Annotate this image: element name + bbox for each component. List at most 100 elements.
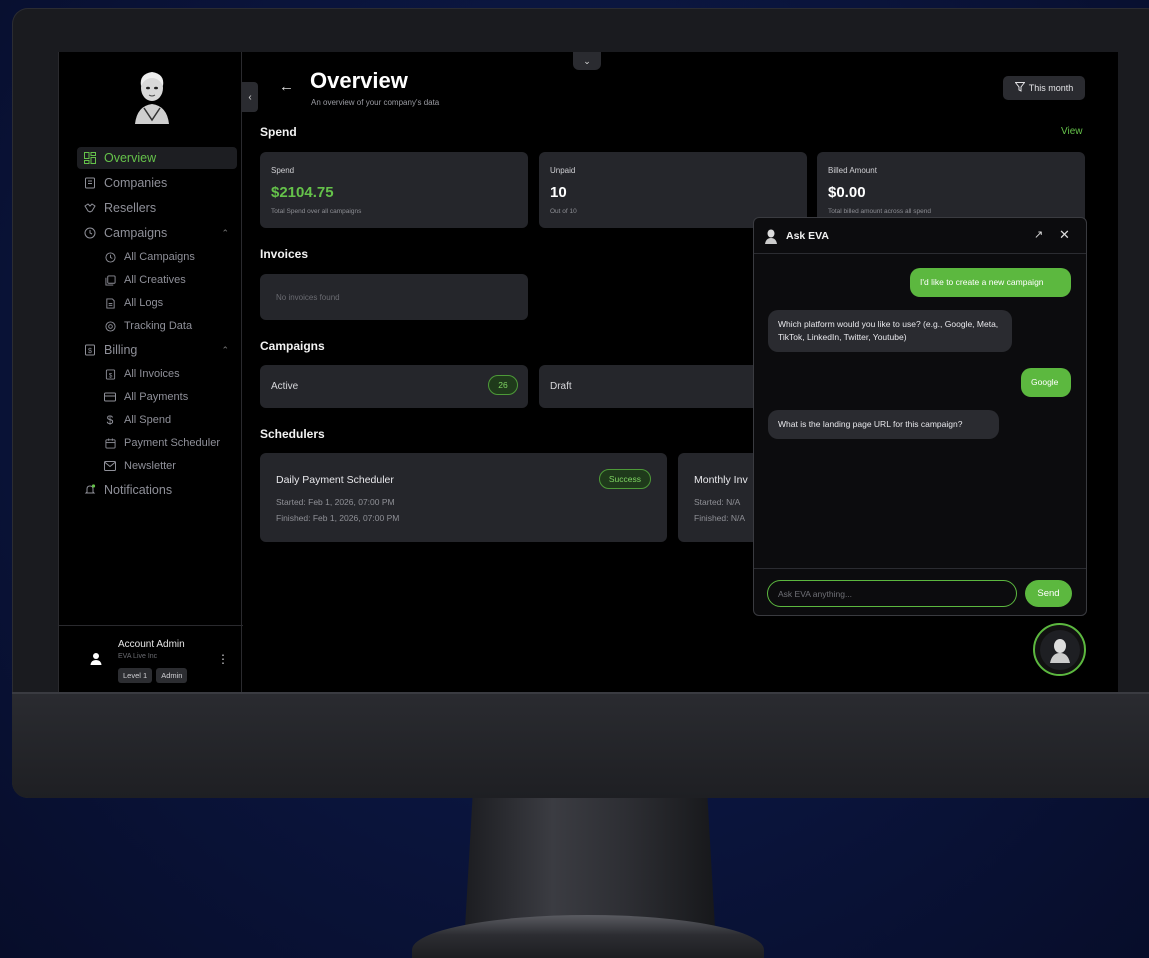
document-icon: [103, 296, 117, 310]
chevron-up-icon[interactable]: ⌃: [221, 228, 229, 239]
collapse-sidebar-button[interactable]: ‹: [242, 82, 258, 112]
sidebar-item-label: Companies: [104, 176, 168, 190]
scheduler-started: Started: Feb 1, 2026, 07:00 PM: [276, 497, 395, 507]
sidebar-item-label: All Invoices: [124, 368, 180, 380]
bell-icon: [83, 483, 97, 497]
account-panel: Account Admin EVA Live Inc Level 1 Admin…: [59, 625, 243, 692]
sidebar-item-all-spend[interactable]: $ All Spend: [77, 410, 237, 430]
sidebar-item-notifications[interactable]: Notifications: [77, 479, 237, 501]
sidebar-item-resellers[interactable]: Resellers: [77, 197, 237, 219]
sidebar-item-overview[interactable]: Overview: [77, 147, 237, 169]
sidebar-item-label: Payment Scheduler: [124, 437, 220, 449]
close-icon[interactable]: ✕: [1059, 227, 1070, 243]
active-campaigns-card[interactable]: Active 26: [260, 365, 528, 408]
images-icon: [103, 273, 117, 287]
back-arrow-icon[interactable]: ←: [279, 78, 294, 95]
chat-input[interactable]: [767, 580, 1017, 607]
ask-eva-fab-button[interactable]: [1033, 623, 1086, 676]
more-vertical-icon[interactable]: ⋮: [217, 652, 229, 666]
chat-footer: Send: [754, 568, 1086, 615]
send-button[interactable]: Send: [1025, 580, 1072, 607]
account-badges: Level 1 Admin: [118, 668, 188, 683]
scheduler-finished: Finished: Feb 1, 2026, 07:00 PM: [276, 513, 400, 523]
invoices-section-title: Invoices: [260, 247, 309, 261]
sidebar-item-label: Campaigns: [104, 226, 168, 240]
stat-label: Spend: [271, 166, 295, 175]
sidebar-item-payment-scheduler[interactable]: Payment Scheduler: [77, 433, 237, 453]
screen: Overview Companies Resellers Campaigns ⌃…: [58, 52, 1118, 692]
date-filter-button[interactable]: This month: [1003, 76, 1085, 100]
level-badge: Level 1: [118, 668, 153, 683]
stat-value: $0.00: [828, 184, 866, 201]
stat-label: Unpaid: [550, 166, 576, 175]
scheduler-started: Started: N/A: [694, 497, 741, 507]
empty-state-text: No invoices found: [276, 293, 340, 302]
sidebar-item-newsletter[interactable]: Newsletter: [77, 456, 237, 476]
ask-eva-chat-panel: Ask EVA ↗ ✕ I'd like to create a new cam…: [753, 217, 1087, 616]
role-badge: Admin: [156, 668, 188, 683]
date-filter-label: This month: [1028, 83, 1074, 93]
scheduler-finished: Finished: N/A: [694, 513, 746, 523]
sidebar-item-all-payments[interactable]: All Payments: [77, 387, 237, 407]
account-org: EVA Live Inc: [118, 653, 158, 660]
user-icon: [89, 652, 103, 666]
sidebar-item-label: Tracking Data: [124, 320, 193, 332]
eva-avatar-icon: [764, 228, 778, 244]
receipt-icon: $: [83, 343, 97, 357]
chat-title: Ask EVA: [786, 230, 829, 242]
campaigns-section-title: Campaigns: [260, 339, 325, 353]
scheduler-name: Monthly Inv: [694, 474, 748, 486]
eva-logo-icon: [129, 68, 175, 126]
chat-header: Ask EVA ↗ ✕: [754, 218, 1086, 254]
calendar-icon: [103, 436, 117, 450]
stat-note: Total Spend over all campaigns: [271, 208, 362, 215]
building-icon: [83, 176, 97, 190]
expand-icon[interactable]: ↗: [1034, 228, 1043, 241]
chevron-down-icon[interactable]: ⌄: [573, 52, 601, 70]
sidebar-item-all-logs[interactable]: All Logs: [77, 293, 237, 313]
scheduler-card: Daily Payment Scheduler Success Started:…: [260, 453, 667, 542]
clock-icon: [83, 226, 97, 240]
sidebar-item-label: Overview: [104, 151, 157, 165]
page-title: Overview: [310, 68, 408, 93]
eva-avatar-icon: [1039, 629, 1080, 670]
sidebar-item-all-campaigns[interactable]: All Campaigns: [77, 247, 237, 267]
dollar-icon: $: [106, 413, 114, 427]
sidebar-item-companies[interactable]: Companies: [77, 172, 237, 194]
account-name: Account Admin: [118, 639, 185, 650]
sidebar-item-label: Billing: [104, 343, 138, 357]
chevron-left-icon: ‹: [248, 91, 252, 103]
credit-card-icon: [103, 390, 117, 404]
sidebar-item-label: Newsletter: [124, 460, 176, 472]
grid-icon: [83, 151, 97, 165]
spend-section-title: Spend: [260, 125, 297, 139]
sidebar-item-label: All Spend: [124, 414, 172, 426]
sidebar-item-label: All Campaigns: [124, 251, 195, 263]
chevron-up-icon[interactable]: ⌃: [221, 345, 229, 356]
stat-label: Billed Amount: [828, 166, 877, 175]
sidebar-item-label: All Creatives: [124, 274, 186, 286]
sidebar: Overview Companies Resellers Campaigns ⌃…: [58, 52, 243, 692]
target-icon: [103, 319, 117, 333]
campaign-count-badge: 26: [488, 375, 518, 395]
sidebar-item-tracking-data[interactable]: Tracking Data: [77, 316, 237, 336]
schedulers-section-title: Schedulers: [260, 427, 325, 441]
sidebar-item-all-creatives[interactable]: All Creatives: [77, 270, 237, 290]
stat-note: Out of 10: [550, 208, 577, 215]
spend-card: Spend $2104.75 Total Spend over all camp…: [260, 152, 528, 228]
sidebar-item-label: All Payments: [124, 391, 189, 403]
svg-text:$: $: [88, 348, 92, 355]
sidebar-item-campaigns[interactable]: Campaigns ⌃: [77, 222, 237, 244]
campaign-status-label: Draft: [550, 381, 572, 392]
sidebar-item-label: All Logs: [124, 297, 164, 309]
chat-message-bot: What is the landing page URL for this ca…: [768, 410, 999, 440]
chat-message-bot: Which platform would you like to use? (e…: [768, 310, 1012, 353]
sidebar-item-billing[interactable]: $ Billing ⌃: [77, 339, 237, 361]
invoices-empty-card: No invoices found: [260, 274, 528, 320]
monitor-chin: [12, 692, 1149, 798]
chat-message-user: I'd like to create a new campaign: [910, 268, 1071, 298]
view-link[interactable]: View: [1061, 126, 1083, 137]
sidebar-item-label: Notifications: [104, 483, 173, 497]
handshake-icon: [83, 201, 97, 215]
sidebar-item-all-invoices[interactable]: $ All Invoices: [77, 364, 237, 384]
